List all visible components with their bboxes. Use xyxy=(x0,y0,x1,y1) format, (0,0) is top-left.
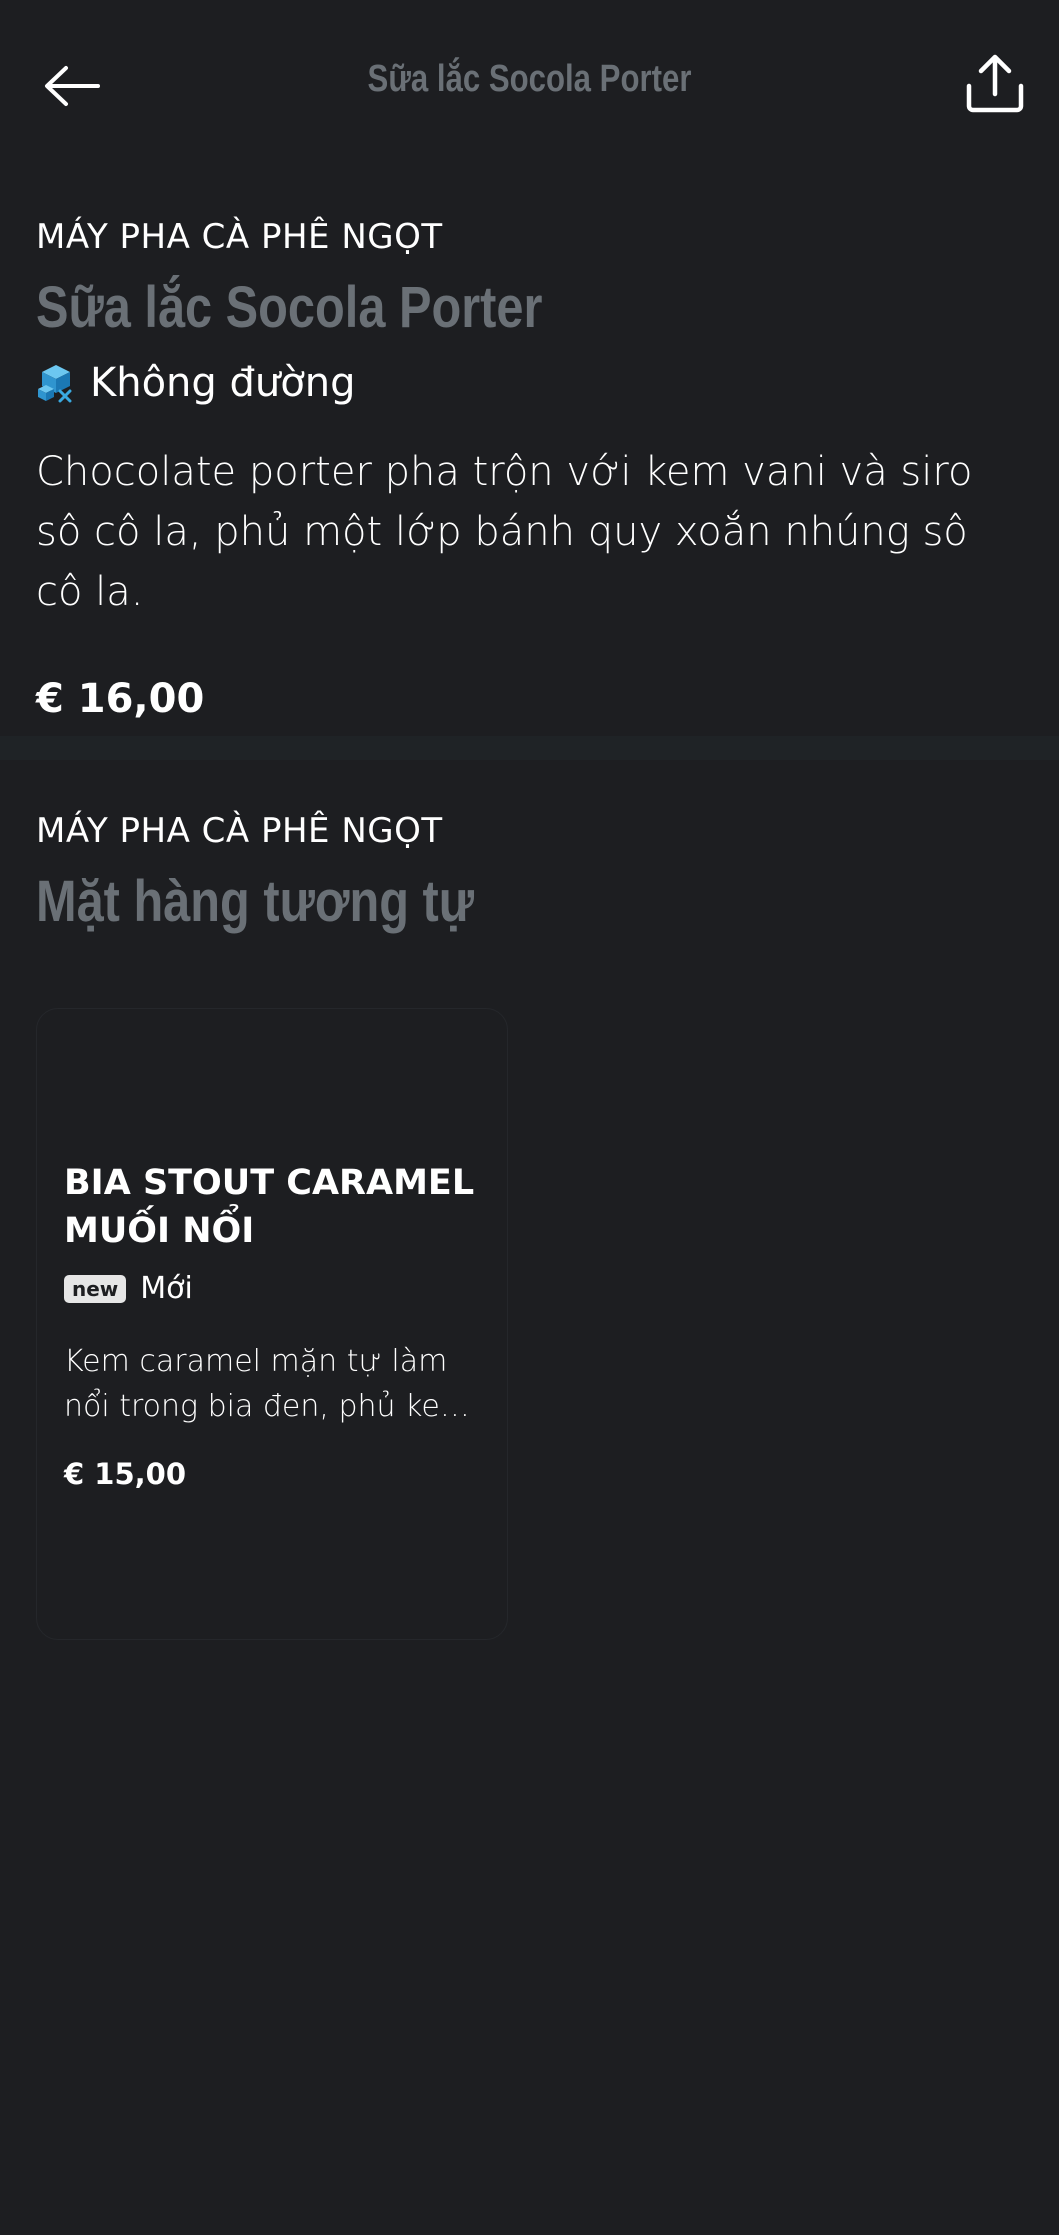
product-name: Sữa lắc Socola Porter xyxy=(36,275,543,340)
similar-heading: Mặt hàng tương tự xyxy=(36,869,475,934)
similar-item-card[interactable]: BIA STOUT CARAMEL MUỐI NỔI new Mới Kem c… xyxy=(36,1008,508,1640)
similar-item-badge-row: new Mới xyxy=(64,1271,193,1306)
back-button[interactable] xyxy=(36,52,108,124)
similar-category: MÁY PHA CÀ PHÊ NGỌT xyxy=(36,811,443,851)
arrow-left-icon xyxy=(42,64,102,112)
product-description: Chocolate porter pha trộn với kem vani v… xyxy=(36,448,973,615)
dietary-tag: Không đường xyxy=(36,360,1026,406)
dietary-tag-label: Không đường xyxy=(90,359,356,406)
product-details: MÁY PHA CÀ PHÊ NGỌT Sữa lắc Socola Porte… xyxy=(36,220,1026,722)
top-bar: Sữa lắc Socola Porter xyxy=(0,0,1059,168)
similar-item-name: BIA STOUT CARAMEL MUỐI NỔI xyxy=(64,1163,475,1251)
share-icon xyxy=(963,52,1027,120)
similar-item-price: € 15,00 xyxy=(64,1457,187,1491)
product-price: € 16,00 xyxy=(36,675,205,722)
share-button[interactable] xyxy=(957,48,1033,124)
new-badge: new xyxy=(64,1274,127,1303)
section-divider xyxy=(0,736,1059,760)
product-category: MÁY PHA CÀ PHÊ NGỌT xyxy=(36,217,443,257)
similar-items-section: MÁY PHA CÀ PHÊ NGỌT Mặt hàng tương tự xyxy=(36,814,1026,934)
similar-item-description: Kem caramel mặn tự làm nổi trong bia đen… xyxy=(64,1344,470,1424)
sugar-free-icon xyxy=(36,363,76,403)
header-title: Sữa lắc Socola Porter xyxy=(367,58,692,100)
new-badge-label: Mới xyxy=(140,1271,193,1306)
